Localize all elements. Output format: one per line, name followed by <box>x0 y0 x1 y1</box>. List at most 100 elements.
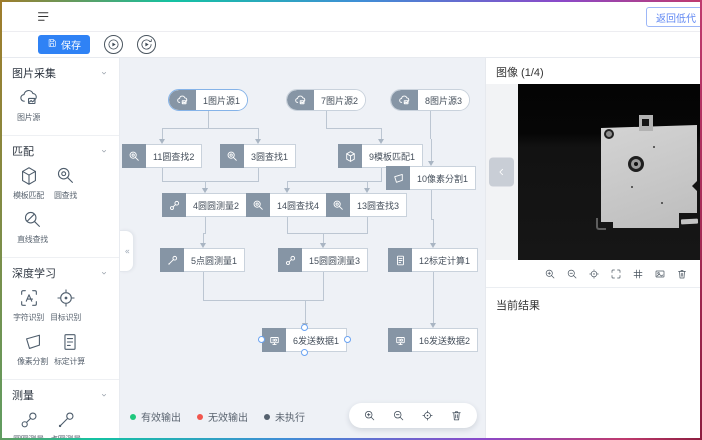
preview-panel: 图像 (1/4) <box>485 58 700 438</box>
flow-node-n14[interactable]: 14圆查找4 <box>246 193 327 217</box>
locate-button[interactable] <box>588 268 600 280</box>
cloud-image-icon <box>18 87 40 109</box>
node-port[interactable] <box>258 336 265 343</box>
node-label: 9模板匹配1 <box>362 144 423 168</box>
tool-segment[interactable]: 像素分割 <box>16 331 49 367</box>
flow-node-n5[interactable]: 5点圆测量1 <box>160 248 245 272</box>
tool-circle-find[interactable]: 圆查找 <box>49 165 82 201</box>
plate-screw <box>604 129 614 139</box>
flow-node-n16[interactable]: 16发送数据2 <box>388 328 478 352</box>
tool-label: 点圆测量 <box>50 434 81 438</box>
menu-icon[interactable] <box>36 9 51 24</box>
chevron-down-icon <box>99 146 109 156</box>
zoom-out-button[interactable] <box>566 268 578 280</box>
run-continuous-button[interactable] <box>137 35 156 54</box>
back-to-lowcode-button[interactable]: 返回低代 <box>646 7 700 27</box>
flow-node-n11[interactable]: 11圆查找2 <box>122 144 202 168</box>
save-button[interactable]: 保存 <box>38 35 90 54</box>
calc-icon <box>388 248 412 272</box>
flow-node-n3[interactable]: 3圆查找1 <box>220 144 296 168</box>
tool-label: 像素分割 <box>17 356 48 367</box>
zoom-out-button[interactable] <box>392 409 405 422</box>
node-label: 3圆查找1 <box>244 144 296 168</box>
flow-node-n9[interactable]: 9模板匹配1 <box>338 144 423 168</box>
zoom-in-button[interactable] <box>544 268 556 280</box>
measure-cc-icon <box>18 409 40 431</box>
flow-node-n13[interactable]: 13圆查找3 <box>326 193 407 217</box>
flow-node-n7[interactable]: 7图片源2 <box>286 89 366 111</box>
node-label: 8图片源3 <box>418 90 469 110</box>
measure-cc-icon <box>162 193 186 217</box>
sidebar-section-1: 匹配模板匹配圆查找直线查找 <box>2 135 119 257</box>
node-label: 5点圆测量1 <box>184 248 245 272</box>
circle-find-icon <box>326 193 350 217</box>
measure-pc-icon <box>160 248 184 272</box>
legend-item: 有效输出 <box>130 409 181 424</box>
tool-target[interactable]: 目标识别 <box>49 287 82 323</box>
tool-cube[interactable]: 模板匹配 <box>12 165 45 201</box>
tool-cloud-image[interactable]: 图片源 <box>12 87 45 123</box>
segment-icon <box>22 331 44 353</box>
flow-canvas[interactable]: 1图片源1 7图片源2 8图片源3 11圆查找2 3圆查找1 9模板匹配110像素分割1 4… <box>120 58 485 438</box>
tool-ocr[interactable]: 字符识别 <box>12 287 45 323</box>
tool-measure-pc[interactable]: 点圆测量 <box>49 409 82 438</box>
section-title: 测量 <box>12 387 34 403</box>
node-label: 12标定计算1 <box>412 248 478 272</box>
flow-node-n10[interactable]: 10像素分割1 <box>386 166 476 190</box>
zoom-in-button[interactable] <box>363 409 376 422</box>
node-port[interactable] <box>344 336 351 343</box>
node-label: 4圆圆测量2 <box>186 193 247 217</box>
section-header[interactable]: 图片采集 <box>12 63 109 83</box>
trash-button[interactable] <box>676 268 688 280</box>
node-label: 14圆查找4 <box>270 193 327 217</box>
chevron-down-icon <box>99 268 109 278</box>
flow-node-n4[interactable]: 4圆圆测量2 <box>162 193 247 217</box>
cloud-image-icon <box>287 90 314 110</box>
status-legend: 有效输出 无效输出 未执行 <box>130 409 305 424</box>
calc-icon <box>59 331 81 353</box>
flow-node-n15[interactable]: 15圆圆测量3 <box>278 248 368 272</box>
legend-item: 未执行 <box>264 409 305 424</box>
legend-label: 未执行 <box>275 409 305 424</box>
section-header[interactable]: 深度学习 <box>12 263 109 283</box>
legend-label: 无效输出 <box>208 409 248 424</box>
section-title: 深度学习 <box>12 265 56 281</box>
fixture-bracket <box>596 218 606 230</box>
sidebar-collapse-handle[interactable] <box>120 230 134 272</box>
node-port[interactable] <box>301 324 308 331</box>
ocr-icon <box>18 287 40 309</box>
plate-dot <box>661 202 663 204</box>
trash-button[interactable] <box>450 409 463 422</box>
send-icon <box>388 328 412 352</box>
flow-node-n12[interactable]: 12标定计算1 <box>388 248 478 272</box>
cloud-image-icon <box>391 90 418 110</box>
image-viewer <box>486 84 700 260</box>
chevron-down-icon <box>99 68 109 78</box>
plate-hub <box>628 156 644 172</box>
node-port[interactable] <box>301 349 308 356</box>
nodes-layer: 1图片源1 7图片源2 8图片源3 11圆查找2 3圆查找1 9模板匹配110像素分割1 4… <box>120 58 485 438</box>
flow-node-n6[interactable]: 6发送数据1 <box>262 328 347 352</box>
fullscreen-button[interactable] <box>610 268 622 280</box>
tool-line-find[interactable]: 直线查找 <box>16 209 49 245</box>
cube-icon <box>18 165 40 187</box>
flow-node-n8[interactable]: 8图片源3 <box>390 89 470 111</box>
flow-node-n1[interactable]: 1图片源1 <box>168 89 248 111</box>
run-button[interactable] <box>104 35 123 54</box>
chevron-down-icon <box>99 390 109 400</box>
measure-pc-icon <box>55 409 77 431</box>
section-title: 匹配 <box>12 143 34 159</box>
section-header[interactable]: 匹配 <box>12 141 109 161</box>
snapshot-button[interactable] <box>654 268 666 280</box>
locate-button[interactable] <box>421 409 434 422</box>
node-label: 13圆查找3 <box>350 193 407 217</box>
save-label: 保存 <box>61 37 81 52</box>
tool-measure-cc[interactable]: 圆圆测量 <box>12 409 45 438</box>
prev-image-button[interactable] <box>489 158 514 187</box>
canvas-zoom-controls <box>349 403 477 428</box>
grid-button[interactable] <box>632 268 644 280</box>
section-header[interactable]: 测量 <box>12 385 109 405</box>
tool-calc[interactable]: 标定计算 <box>53 331 86 367</box>
preview-image <box>518 84 700 260</box>
image-toolbar <box>486 260 700 287</box>
